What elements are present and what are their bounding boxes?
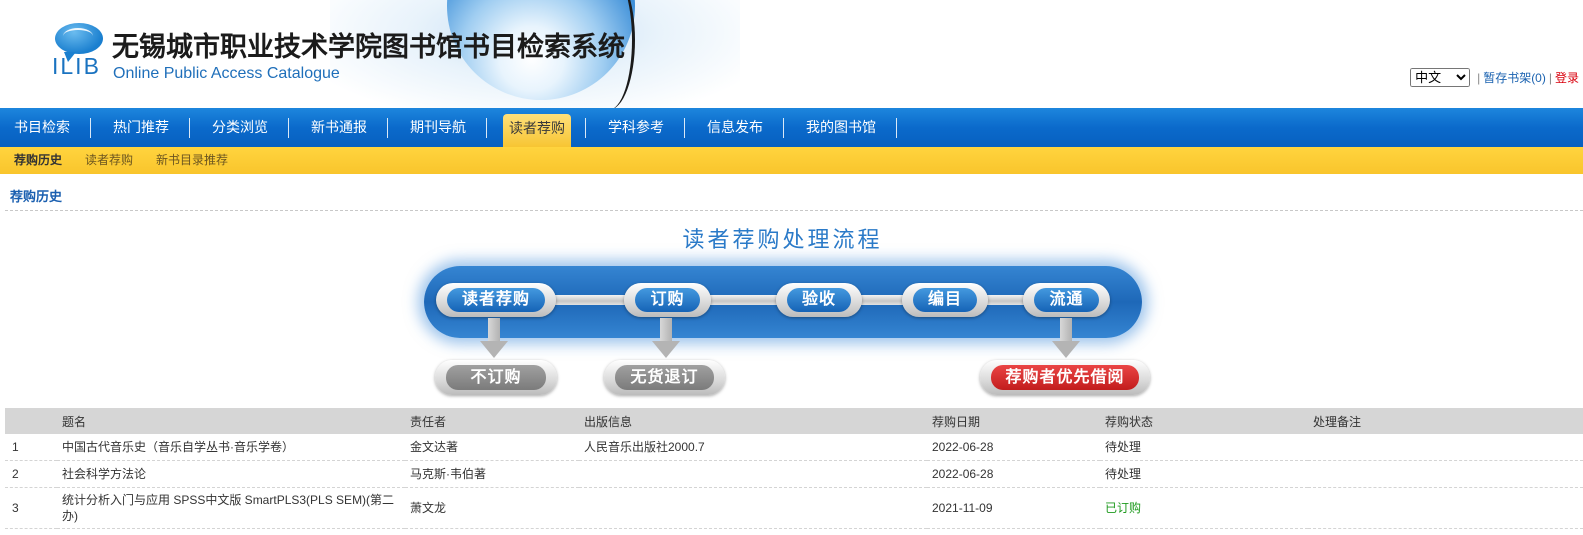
nav-separator [288, 118, 289, 138]
cell-status: 待处理 [1100, 434, 1308, 461]
cell-publication [579, 460, 927, 488]
step-label: 订购 [635, 288, 700, 312]
login-link[interactable]: 登录 [1555, 69, 1579, 86]
step-circulation: 流通 [1023, 283, 1110, 317]
cell-author: 萧文龙 [405, 487, 579, 529]
nav-item-my-library[interactable]: 我的图书馆 [800, 108, 882, 147]
step-label: 编目 [913, 288, 977, 312]
cell-date: 2022-06-28 [927, 434, 1100, 461]
bookshelf-link[interactable]: 暂存书架(0) [1483, 69, 1546, 86]
cell-author: 金文达著 [405, 434, 579, 461]
arrow-down-icon [652, 318, 680, 359]
step-cataloging: 编目 [902, 283, 988, 317]
cell-publication: 人民音乐出版社2000.7 [579, 434, 927, 461]
step-label: 读者荐购 [447, 288, 545, 312]
table-row: 3 统计分析入门与应用 SPSS中文版 SmartPLS3(PLS SEM)(第… [5, 487, 1583, 529]
cell-date: 2021-11-09 [927, 487, 1100, 529]
step-reader-recommend: 读者荐购 [436, 283, 556, 317]
site-subtitle: Online Public Access Catalogue [113, 65, 340, 82]
nav-separator [684, 118, 685, 138]
table-row: 2 社会科学方法论 马克斯·韦伯著 2022-06-28 待处理 [5, 460, 1583, 488]
arrow-down-icon [1052, 318, 1080, 359]
outcome-not-ordered: 不订购 [435, 360, 557, 395]
cell-status: 待处理 [1100, 460, 1308, 488]
step-label: 验收 [787, 288, 851, 312]
outcome-label: 荐购者优先借阅 [991, 365, 1139, 390]
cell-remark [1308, 487, 1583, 529]
language-select[interactable]: 中文 [1410, 68, 1471, 87]
top-links: 中文 | 暂存书架(0) | 登录 [1410, 68, 1579, 87]
nav-item-subject-reference[interactable]: 学科参考 [602, 108, 670, 147]
nav-separator [486, 118, 487, 138]
breadcrumb: 荐购历史 [10, 189, 63, 204]
chat-bubble-icon [55, 23, 103, 62]
nav-separator [189, 118, 190, 138]
link-divider: | [1548, 70, 1552, 85]
col-header-author: 责任者 [405, 408, 579, 434]
nav-item-new-books[interactable]: 新书通报 [305, 108, 373, 147]
nav-separator [90, 118, 91, 138]
nav-separator [387, 118, 388, 138]
cell-number: 1 [5, 434, 57, 461]
col-header-number [5, 408, 57, 434]
nav-item-journals[interactable]: 期刊导航 [404, 108, 472, 147]
table-row: 1 中国古代音乐史（音乐自学丛书·音乐学卷） 金文达著 人民音乐出版社2000.… [5, 434, 1583, 461]
outcome-label: 不订购 [446, 365, 546, 390]
breadcrumb-divider [5, 210, 1583, 211]
cell-title: 统计分析入门与应用 SPSS中文版 SmartPLS3(PLS SEM)(第二办… [57, 487, 405, 529]
nav-separator [783, 118, 784, 138]
cell-title: 社会科学方法论 [57, 460, 405, 488]
step-label: 流通 [1034, 288, 1099, 312]
nav-separator [585, 118, 586, 138]
step-acceptance: 验收 [776, 283, 862, 317]
subnav-item-recommend-history[interactable]: 荐购历史 [14, 147, 62, 174]
subnav-item-reader-recommend[interactable]: 读者荐购 [85, 147, 133, 174]
cell-remark [1308, 434, 1583, 461]
col-header-remark: 处理备注 [1308, 408, 1583, 434]
cell-date: 2022-06-28 [927, 460, 1100, 488]
cell-number: 2 [5, 460, 57, 488]
process-title: 读者荐购处理流程 [682, 227, 883, 252]
outcome-label: 无货退订 [615, 365, 714, 390]
nav-item-announcements[interactable]: 信息发布 [701, 108, 769, 147]
ilib-logo[interactable]: ILIB [50, 20, 110, 82]
outcome-priority-borrow: 荐购者优先借阅 [980, 360, 1150, 395]
nav-item-reader-recommend[interactable]: 读者荐购 [503, 114, 571, 147]
cell-number: 3 [5, 487, 57, 529]
site-title: 无锡城市职业技术学院图书馆书目检索系统 [112, 32, 625, 62]
table-header-row: 题名 责任者 出版信息 荐购日期 荐购状态 处理备注 [5, 408, 1583, 434]
main-nav: 书目检索 热门推荐 分类浏览 新书通报 期刊导航 读者荐购 学科参考 信息发布 … [0, 108, 1583, 147]
cell-status: 已订购 [1100, 487, 1308, 529]
sub-nav: 荐购历史 读者荐购 新书目录推荐 [0, 147, 1583, 174]
col-header-status: 荐购状态 [1100, 408, 1308, 434]
subnav-item-new-catalog-recommend[interactable]: 新书目录推荐 [156, 147, 228, 174]
col-header-publication: 出版信息 [579, 408, 927, 434]
cell-publication [579, 487, 927, 529]
site-header: ILIB 无锡城市职业技术学院图书馆书目检索系统 Online Public A… [0, 0, 1583, 108]
nav-item-category-browse[interactable]: 分类浏览 [206, 108, 274, 147]
recommend-history-table: 题名 责任者 出版信息 荐购日期 荐购状态 处理备注 1 中国古代音乐史（音乐自… [5, 408, 1583, 529]
col-header-date: 荐购日期 [927, 408, 1100, 434]
step-order: 订购 [624, 283, 711, 317]
link-divider: | [1477, 70, 1481, 85]
cell-author: 马克斯·韦伯著 [405, 460, 579, 488]
cell-remark [1308, 460, 1583, 488]
nav-separator [896, 118, 897, 138]
nav-item-hot-picks[interactable]: 热门推荐 [107, 108, 175, 147]
outcome-out-of-stock: 无货退订 [604, 360, 725, 395]
logo-text: ILIB [52, 53, 101, 79]
arrow-down-icon [480, 318, 508, 359]
cell-title: 中国古代音乐史（音乐自学丛书·音乐学卷） [57, 434, 405, 461]
nav-item-catalog-search[interactable]: 书目检索 [8, 108, 76, 147]
col-header-title: 题名 [57, 408, 405, 434]
